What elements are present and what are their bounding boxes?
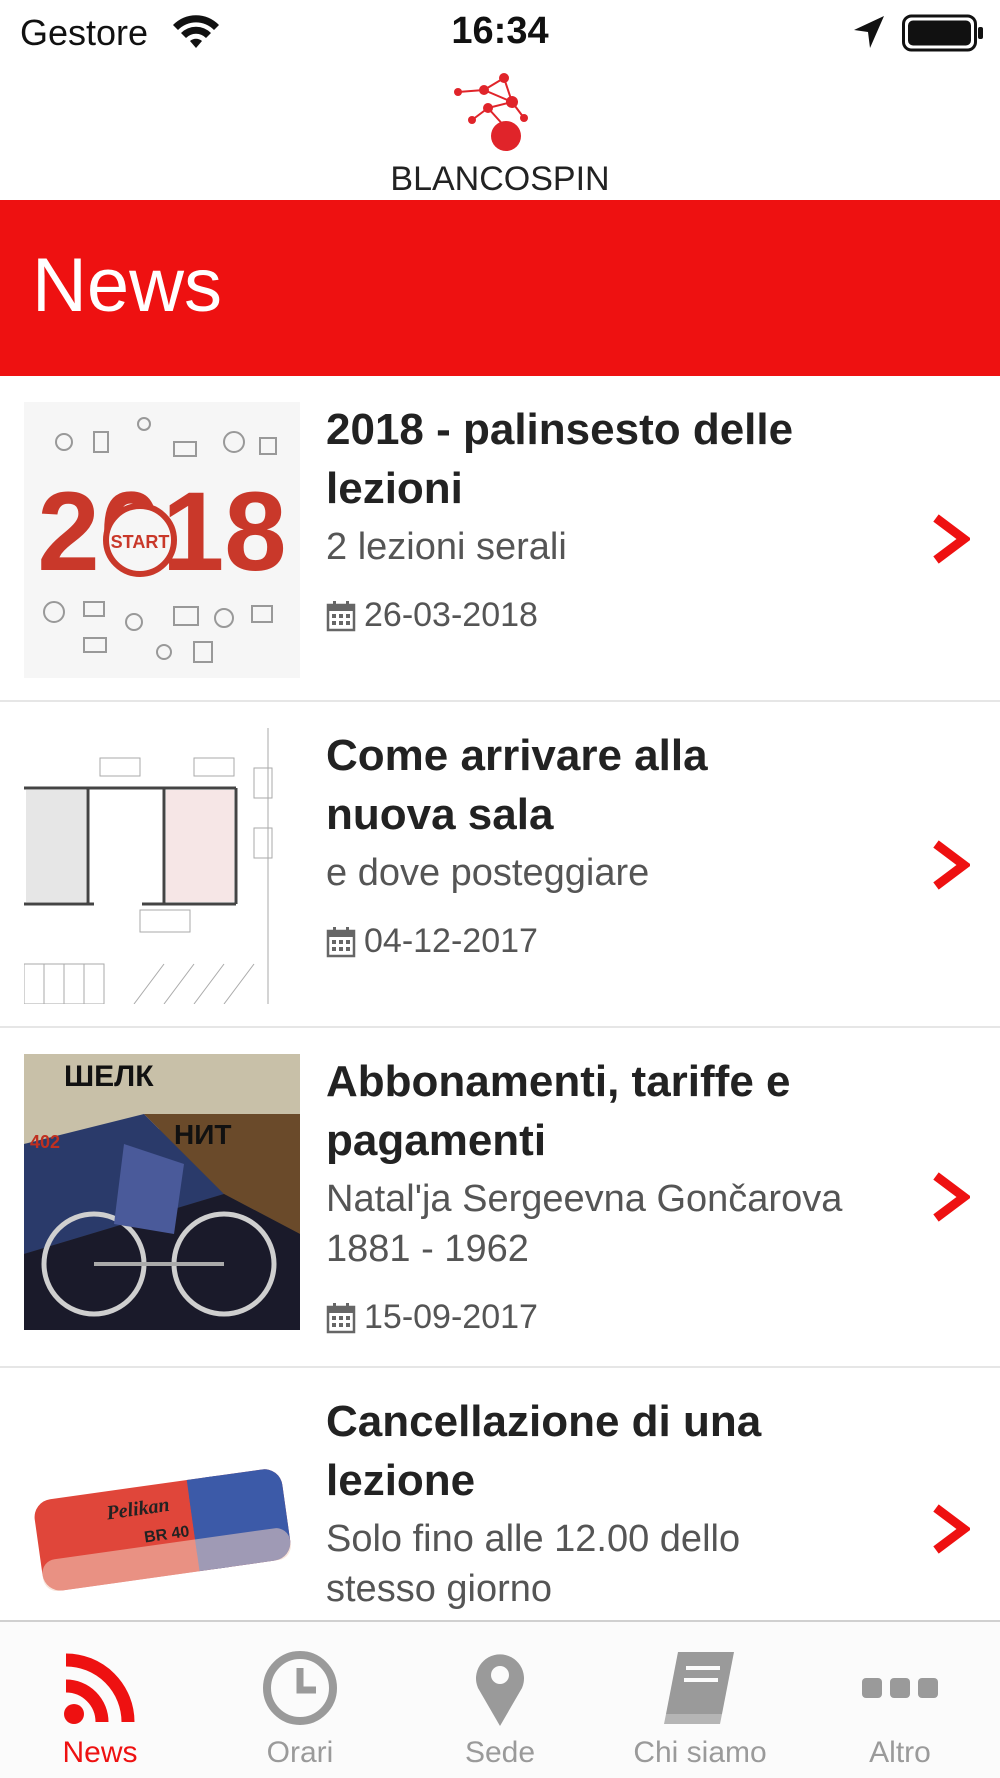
news-date-text: 15-09-2017 (364, 1298, 538, 1336)
tab-news[interactable]: News (0, 1622, 200, 1778)
tab-bar: News Orari Sede Chi siamo Altro (0, 1620, 1000, 1778)
news-item[interactable]: Pelikan BR 40 Cancellazione di una lezio… (0, 1368, 1000, 1620)
tab-sede[interactable]: Sede (400, 1622, 600, 1778)
chevron-right-icon (933, 514, 970, 564)
tab-label: Chi siamo (633, 1736, 767, 1769)
molecule-logo-icon (454, 73, 528, 151)
calendar-icon (326, 600, 356, 631)
news-title: Cancellazione di una lezione (326, 1397, 762, 1505)
logo-wordmark: BLANCOSPIN (390, 160, 610, 198)
tab-chi-siamo[interactable]: Chi siamo (600, 1622, 800, 1778)
news-thumbnail: ШЕЛК НИТ 402 (24, 1054, 300, 1330)
map-pin-icon (476, 1654, 524, 1726)
page-title: News (32, 243, 223, 328)
status-bar: Gestore 16:34 (0, 0, 1000, 66)
news-thumbnail: 2018 START (24, 402, 300, 678)
page-header: News (0, 200, 1000, 376)
news-title: 2018 - palinsesto delle lezioni (326, 405, 794, 513)
news-date: 26-03-2018 (326, 596, 538, 635)
news-title: Abbonamenti, tariffe e pagamenti (326, 1057, 791, 1165)
news-date-text: 26-03-2018 (364, 596, 538, 634)
tab-label: Orari (266, 1736, 334, 1769)
news-thumbnail (24, 728, 300, 1004)
thumb-text-shelk: ШЕЛК (64, 1060, 154, 1093)
chevron-right-icon (933, 840, 970, 890)
news-date: 15-09-2017 (326, 1298, 538, 1337)
rss-icon (64, 1653, 135, 1724)
news-title: Come arrivare alla nuova sala (326, 731, 708, 839)
chevron-right-icon (933, 1172, 970, 1222)
tab-orari[interactable]: Orari (200, 1622, 400, 1778)
news-item[interactable]: Come arrivare alla nuova sala e dove pos… (0, 702, 1000, 1028)
news-thumbnail: Pelikan BR 40 (24, 1394, 300, 1620)
tab-altro[interactable]: Altro (800, 1622, 1000, 1778)
chevron-right-icon (933, 1504, 970, 1554)
thumb-text-nit: НИТ (174, 1119, 231, 1150)
book-icon (664, 1652, 734, 1724)
news-list[interactable]: 2018 START 2018 - palinsesto delle lezio… (0, 376, 1000, 1620)
tab-label: News (62, 1736, 138, 1769)
news-subtitle: 2 lezioni serali (326, 526, 567, 568)
status-time: 16:34 (451, 10, 549, 52)
app-logo: BLANCOSPIN (0, 66, 1000, 200)
battery-icon (902, 14, 983, 52)
news-subtitle: Solo fino alle 12.00 dello stesso giorno (326, 1518, 741, 1610)
tab-label: Altro (869, 1736, 931, 1769)
more-icon (862, 1678, 938, 1698)
calendar-icon (326, 1302, 356, 1333)
thumb-text-num: 402 (30, 1132, 60, 1152)
calendar-icon (326, 926, 356, 957)
clock-icon (263, 1651, 337, 1725)
location-arrow-icon (854, 16, 884, 48)
news-subtitle: e dove posteggiare (326, 852, 650, 894)
thumb-start-text: START (111, 532, 170, 552)
tab-label: Sede (464, 1736, 536, 1769)
news-subtitle: Natal'ja Sergeevna Gončarova 1881 - 1962 (326, 1178, 843, 1270)
news-date-text: 04-12-2017 (364, 922, 538, 960)
news-item[interactable]: 2018 START 2018 - palinsesto delle lezio… (0, 376, 1000, 702)
news-item[interactable]: ШЕЛК НИТ 402 Abbonamenti, tariffe e paga… (0, 1028, 1000, 1368)
news-date: 04-12-2017 (326, 922, 538, 961)
